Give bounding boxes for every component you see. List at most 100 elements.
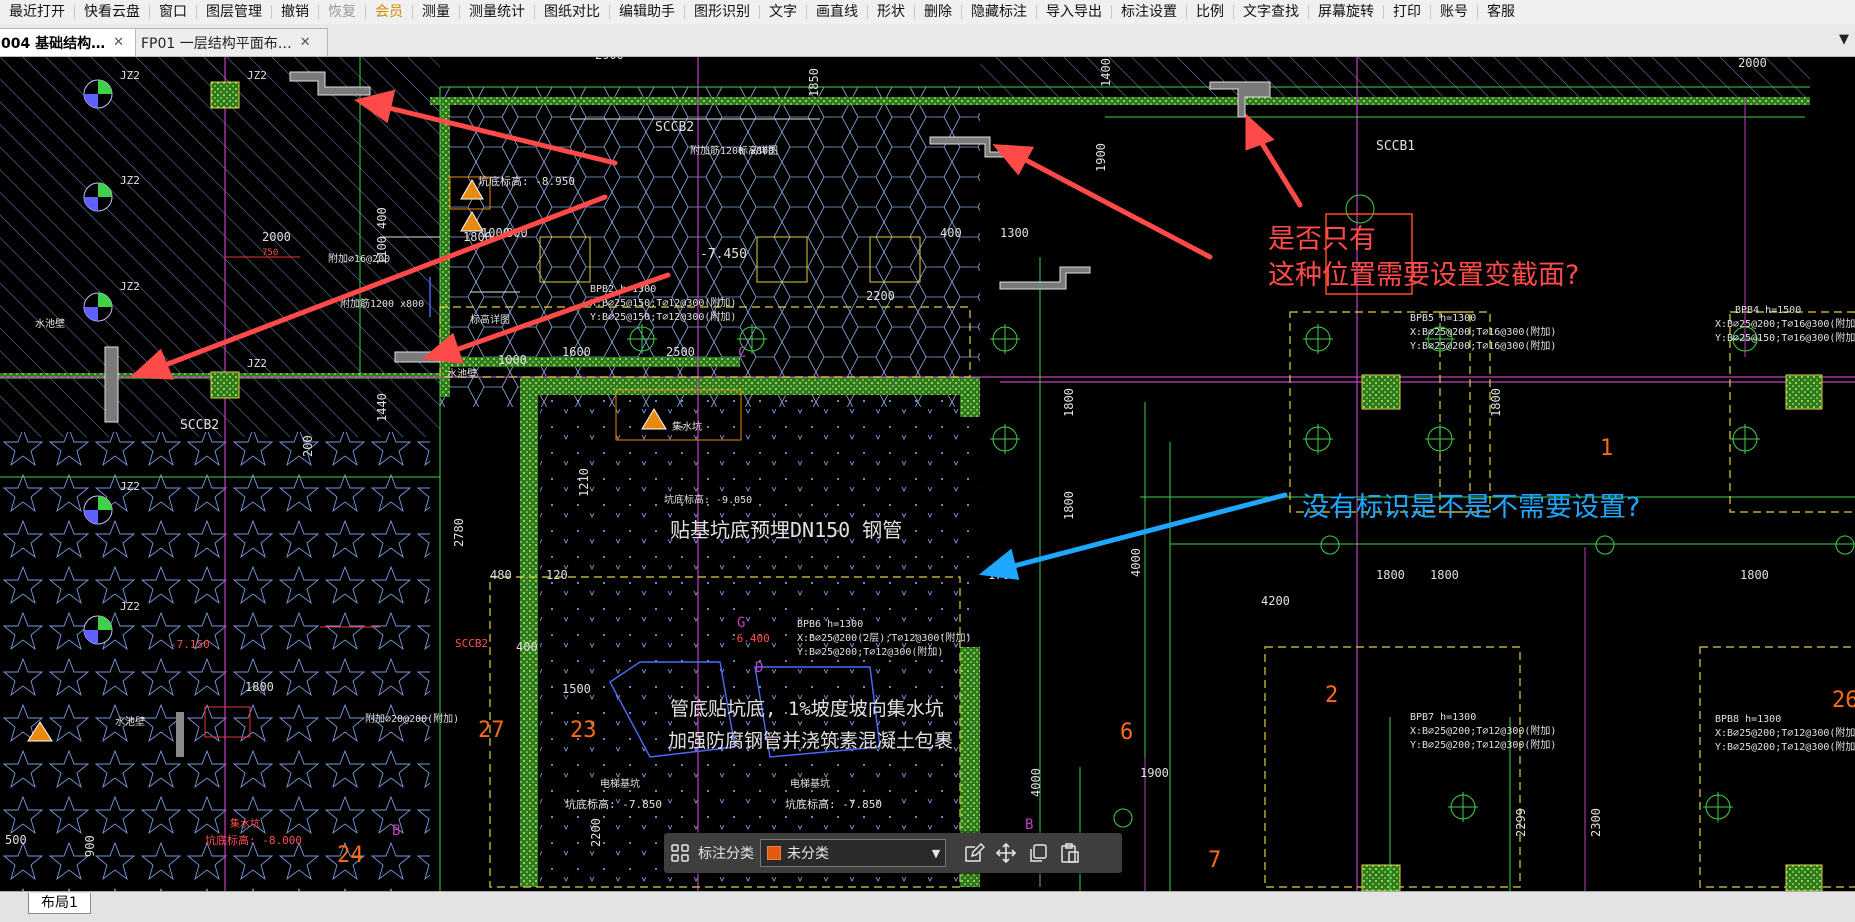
dim-2900: 2900 xyxy=(595,57,624,62)
move-icon[interactable] xyxy=(993,840,1019,866)
menu-item[interactable]: 会员 xyxy=(366,0,412,24)
tab-close-icon[interactable]: ✕ xyxy=(300,35,311,50)
tab-first-floor-plan[interactable]: FP01 一层结构平面布… ✕ xyxy=(135,28,328,56)
label-sccb2-red: SCCB2 xyxy=(455,637,488,650)
dim-1600: 1600 xyxy=(562,345,591,359)
menu-item[interactable]: 编辑助手 xyxy=(610,0,684,24)
bpb5-y: Y:B⌀25@200;T⌀16@300(附加) xyxy=(1410,339,1556,352)
dim-900: 900 xyxy=(83,835,97,857)
dim-2000: 2000 xyxy=(262,230,291,244)
category-select-value: 未分类 xyxy=(787,846,829,862)
grid-letter-d: D xyxy=(755,660,763,676)
menu-item[interactable]: 图层管理 xyxy=(197,0,271,24)
menu-bar: 最近打开 快看云盘 窗口 图层管理 撤销 恢复 会员 测量 测量统计 图纸对比 编辑助手 图形识别 文字… xyxy=(0,0,1855,24)
tab-list-dropdown-icon[interactable]: ▼ xyxy=(1839,32,1849,47)
paste-icon[interactable] xyxy=(1057,840,1083,866)
pipe-note-2: 管底贴坑底, 1%坡度坡向集水坑 xyxy=(670,698,944,720)
edit-icon[interactable] xyxy=(961,840,987,866)
dim-1440: 1440 xyxy=(375,393,389,422)
label-sump: 集水坑 xyxy=(672,420,702,433)
grid-number-1: 1 xyxy=(1600,436,1613,461)
dim-400: 400 xyxy=(940,226,962,240)
pipe-note-3: 加强防腐钢管并浇筑素混凝土包裹 xyxy=(668,730,953,752)
tab-label: FP01 一层结构平面布… xyxy=(141,35,292,52)
menu-item[interactable]: 窗口 xyxy=(150,0,196,24)
copy-icon[interactable] xyxy=(1025,840,1051,866)
label-elevator-pit: 电梯基坑 xyxy=(790,777,830,790)
label-drain: 水池壁 xyxy=(447,367,477,380)
dim-1800: 1800 xyxy=(1062,491,1076,520)
menu-item[interactable]: 测量 xyxy=(413,0,459,24)
tab-close-icon[interactable]: ✕ xyxy=(113,35,124,50)
menu-item[interactable]: 测量统计 xyxy=(460,0,534,24)
menu-item[interactable]: 文字 xyxy=(760,0,806,24)
menu-item[interactable]: 形状 xyxy=(868,0,914,24)
menu-item[interactable]: 客服 xyxy=(1478,0,1524,24)
menu-item[interactable]: 隐藏标注 xyxy=(962,0,1036,24)
grid-letter-b: B xyxy=(1025,817,1033,833)
label-elev-8950: 坑底标高: -8.950 xyxy=(478,174,575,188)
label-rebar-1200: 附加筋1200 x800 xyxy=(340,297,424,310)
star-fill-region xyxy=(0,432,430,891)
menu-item[interactable]: 账号 xyxy=(1431,0,1477,24)
bpb4-y: Y:B⌀25@150;T⌀16@300(附加) xyxy=(1715,331,1855,344)
grid-letter-g: G xyxy=(737,615,745,631)
menu-item[interactable]: 文字查找 xyxy=(1234,0,1308,24)
label-jz2: JZ2 xyxy=(120,280,140,293)
label-sccb2: SCCB2 xyxy=(655,120,694,135)
bpb7-y: Y:B⌀25@200;T⌀12@300(附加) xyxy=(1410,738,1556,751)
grid-letter-b: B xyxy=(392,823,400,839)
grid-number-6: 6 xyxy=(1120,720,1133,745)
dim-1210: 1210 xyxy=(577,468,591,497)
dim-1800: 1800 xyxy=(1376,568,1405,582)
menu-item[interactable]: 删除 xyxy=(915,0,961,24)
label-drain: 水池壁 xyxy=(115,715,145,728)
annotation-note-red[interactable]: 是否只有 这种位置需要设置变截面? xyxy=(1268,222,1579,294)
bpb6-title: BPB6 h=1300 xyxy=(797,619,863,630)
grid-number-23: 23 xyxy=(570,718,597,743)
menu-item[interactable]: 恢复 xyxy=(319,0,365,24)
dim-1900: 1900 xyxy=(1094,143,1108,172)
dim-2780: 2780 xyxy=(452,518,466,547)
dim-400: 400 xyxy=(516,640,538,654)
grid-number-27: 27 xyxy=(478,718,505,743)
annotation-note-blue[interactable]: 没有标识是不是不需要设置? xyxy=(1302,490,1640,526)
annotation-category-select[interactable]: 未分类 ▼ xyxy=(760,839,946,867)
menu-item[interactable]: 标注设置 xyxy=(1112,0,1186,24)
label-waterstop: 标高详图 xyxy=(738,144,778,157)
menu-item[interactable]: 撤销 xyxy=(272,0,318,24)
dim-200: 200 xyxy=(301,435,315,457)
category-color-swatch xyxy=(767,846,781,860)
dim-2299: 2299 xyxy=(1514,808,1528,837)
bpb8-x: X:B⌀25@200;T⌀12@300(附加) xyxy=(1715,726,1855,739)
menu-item[interactable]: 屏幕旋转 xyxy=(1309,0,1383,24)
label-jz2: JZ2 xyxy=(247,69,267,82)
grid-icon[interactable] xyxy=(667,840,693,866)
label-jz2: JZ2 xyxy=(247,357,267,370)
dim-4000: 4000 xyxy=(1029,768,1043,797)
label-jz2: JZ2 xyxy=(120,69,140,82)
menu-item[interactable]: 比例 xyxy=(1187,0,1233,24)
menu-item[interactable]: 导入导出 xyxy=(1037,0,1111,24)
label-sccb2: SCCB2 xyxy=(180,418,219,433)
layout-tab[interactable]: 布局1 xyxy=(28,893,91,914)
label-sump: 集水坑 xyxy=(230,817,260,830)
bpb4-title: BPB4 h=1500 xyxy=(1735,305,1801,316)
dim-1900: 1900 xyxy=(1140,766,1169,780)
menu-item[interactable]: 图形识别 xyxy=(685,0,759,24)
grid-letter-c: C xyxy=(738,345,746,361)
tab-foundation-structure[interactable]: 004 基础结构… ✕ xyxy=(0,28,138,56)
dim-1800: 1800 xyxy=(245,680,274,694)
dim-480: 480 xyxy=(490,568,512,582)
dim-120: 120 xyxy=(546,568,568,582)
menu-item[interactable]: 打印 xyxy=(1384,0,1430,24)
dim-2300: 2300 xyxy=(1589,808,1603,837)
bpb2-y: Y:B⌀25@150;T⌀12@300(附加) xyxy=(590,310,736,323)
menu-item[interactable]: 快看云盘 xyxy=(75,0,149,24)
menu-item[interactable]: 画直线 xyxy=(807,0,867,24)
dim-1800: 1800 xyxy=(1489,388,1503,417)
label-jz2: JZ2 xyxy=(120,600,140,613)
menu-item[interactable]: 最近打开 xyxy=(0,0,74,24)
drawing-canvas[interactable]: JZ2 JZ2 JZ2 JZ2 JZ2 JZ2 JZ2 SCCB2 SCCB2 … xyxy=(0,57,1855,891)
menu-item[interactable]: 图纸对比 xyxy=(535,0,609,24)
